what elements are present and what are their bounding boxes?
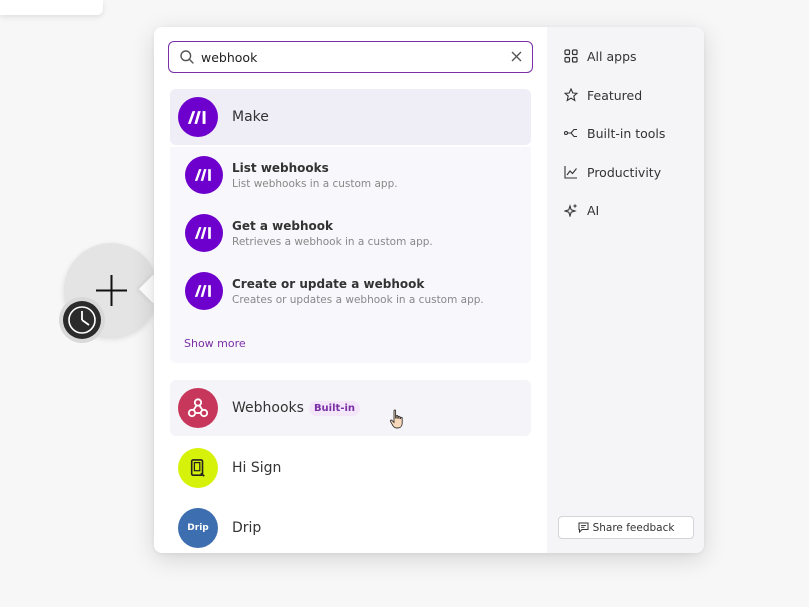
sidebar-item-ai[interactable]: AI — [564, 200, 599, 220]
action-description: List webhooks in a custom app. — [232, 177, 398, 190]
sidebar-item-productivity[interactable]: Productivity — [564, 162, 661, 182]
search-input[interactable] — [201, 47, 501, 67]
share-feedback-button[interactable]: Share feedback — [558, 516, 694, 539]
action-description: Retrieves a webhook in a custom app. — [232, 235, 433, 248]
flow-icon — [564, 128, 577, 138]
app-search-popover: Make List webhooks List webhooks in a cu… — [154, 27, 704, 553]
sidebar-item-label: AI — [587, 202, 600, 218]
sidebar-item-featured[interactable]: Featured — [564, 85, 642, 105]
category-sidebar: All apps Featured Built-in tools Product… — [547, 27, 704, 553]
search-icon — [180, 50, 194, 64]
app-name: Webhooks — [232, 400, 304, 416]
action-list-webhooks[interactable]: List webhooks List webhooks in a custom … — [185, 153, 515, 197]
app-row-drip[interactable]: Drip Drip — [170, 500, 531, 553]
sidebar-item-label: Productivity — [587, 164, 662, 180]
make-actions-list: List webhooks List webhooks in a custom … — [170, 147, 531, 363]
clock-icon — [68, 306, 96, 334]
app-name: Make — [232, 109, 269, 125]
clear-search-icon[interactable] — [511, 51, 522, 62]
app-name: Hi Sign — [232, 460, 282, 476]
sidebar-item-label: Featured — [587, 87, 643, 103]
sidebar-item-label: All apps — [587, 48, 637, 64]
search-box[interactable] — [168, 41, 533, 73]
feedback-label: Share feedback — [592, 521, 675, 534]
show-more-link[interactable]: Show more — [184, 337, 246, 350]
make-logo-icon — [178, 97, 218, 137]
schedule-clock-badge[interactable] — [59, 297, 105, 343]
hisign-logo-icon — [178, 448, 218, 488]
app-row-hisign[interactable]: Hi Sign — [170, 440, 531, 496]
top-canvas-chip — [0, 0, 103, 15]
action-create-update-webhook[interactable]: Create or update a webhook Creates or up… — [185, 269, 515, 313]
app-name: Drip — [232, 520, 262, 536]
action-description: Creates or updates a webhook in a custom… — [232, 293, 484, 306]
app-row-make[interactable]: Make — [170, 89, 531, 145]
sparkle-icon — [564, 203, 578, 217]
action-title: Get a webhook — [232, 218, 334, 233]
star-icon — [564, 88, 578, 102]
make-logo-icon — [185, 214, 223, 252]
sidebar-item-built-in-tools[interactable]: Built-in tools — [564, 123, 665, 143]
results-pane: Make List webhooks List webhooks in a cu… — [154, 27, 547, 553]
app-row-webhooks[interactable]: Webhooks Built-in — [170, 380, 531, 436]
action-get-webhook[interactable]: Get a webhook Retrieves a webhook in a c… — [185, 211, 515, 255]
sidebar-item-all-apps[interactable]: All apps — [564, 46, 637, 66]
drip-logo-text: Drip — [187, 523, 209, 533]
built-in-badge: Built-in — [308, 400, 361, 416]
chart-icon — [564, 166, 577, 179]
action-title: List webhooks — [232, 160, 329, 175]
pointer-hand-icon — [389, 409, 403, 429]
grid-icon — [564, 49, 578, 63]
feedback-icon — [578, 522, 589, 533]
action-title: Create or update a webhook — [232, 276, 425, 291]
drip-logo-icon: Drip — [178, 508, 218, 548]
make-logo-icon — [185, 156, 223, 194]
sidebar-item-label: Built-in tools — [587, 125, 666, 141]
make-logo-icon — [185, 272, 223, 310]
webhooks-logo-icon — [178, 388, 218, 428]
